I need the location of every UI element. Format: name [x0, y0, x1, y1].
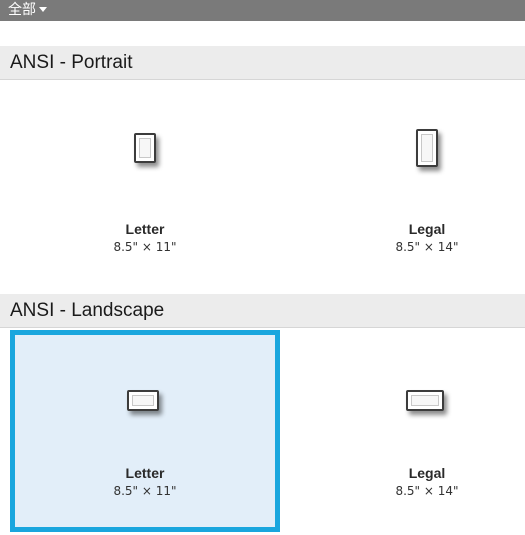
- tile-size: 8.5" × 14": [395, 240, 459, 254]
- tile-size: 8.5" × 14": [395, 484, 459, 498]
- tile-name: Letter: [125, 221, 165, 237]
- category-filter-label: 全部: [8, 2, 36, 18]
- paper-size-gallery: 全部 ANSI - Portrait Letter 8.5" × 11" Leg…: [0, 0, 525, 535]
- category-filter-dropdown[interactable]: 全部: [0, 0, 525, 21]
- tile-name: Letter: [125, 465, 165, 481]
- tile-landscape-letter[interactable]: Letter 8.5" × 11": [10, 330, 280, 532]
- tile-portrait-legal[interactable]: Legal 8.5" × 14": [292, 81, 525, 293]
- tile-portrait-letter[interactable]: Letter 8.5" × 11": [10, 81, 280, 293]
- section-header-ansi-landscape: ANSI - Landscape: [0, 294, 525, 328]
- tile-landscape-legal[interactable]: Legal 8.5" × 14": [292, 330, 525, 532]
- tile-name: Legal: [408, 221, 446, 237]
- chevron-down-icon: [39, 7, 47, 12]
- section-header-ansi-portrait: ANSI - Portrait: [0, 46, 525, 80]
- tile-size: 8.5" × 11": [113, 484, 177, 498]
- tile-size: 8.5" × 11": [113, 240, 177, 254]
- tile-name: Legal: [408, 465, 446, 481]
